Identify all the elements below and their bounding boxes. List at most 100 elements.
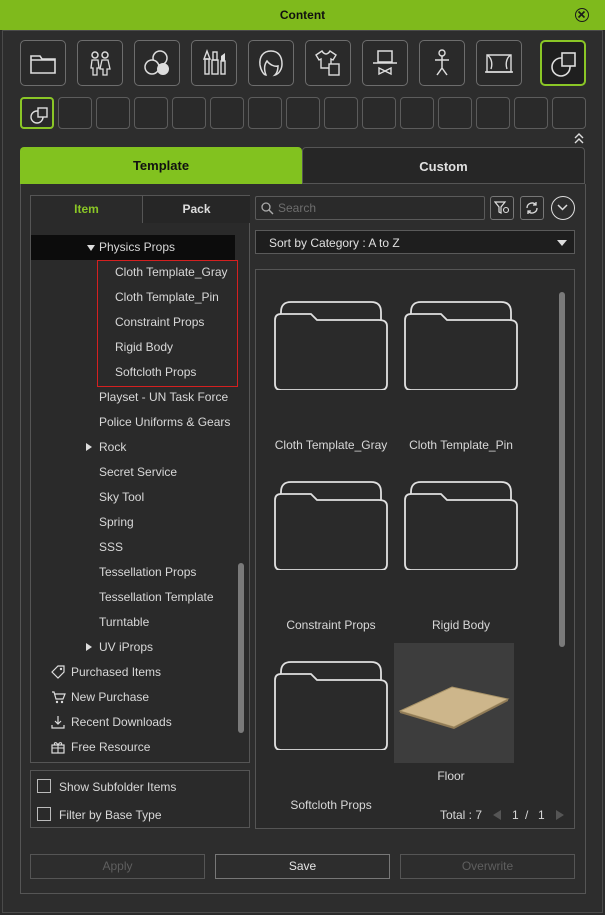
material-spheres-icon (144, 50, 169, 75)
category-clothing-button[interactable] (305, 40, 351, 86)
subcategory-slot-button[interactable] (96, 97, 130, 129)
more-options-button[interactable] (551, 196, 575, 220)
tree-item-label: Free Resource (71, 740, 151, 754)
category-makeup-button[interactable] (191, 40, 237, 86)
chevron-down-icon (557, 204, 568, 211)
grid-item[interactable]: Cloth Template_Pin (396, 300, 526, 452)
refresh-button[interactable] (520, 196, 544, 220)
subcategory-slot-button[interactable] (324, 97, 358, 129)
prev-page-icon[interactable] (493, 810, 501, 820)
search-input[interactable] (278, 200, 478, 216)
apply-button[interactable]: Apply (30, 854, 205, 879)
accessory-icon (373, 50, 397, 76)
window-title: Content (279, 8, 326, 22)
selection-highlight-box (97, 260, 238, 387)
floor-plane-image (398, 686, 510, 729)
tab-item[interactable]: Item (31, 196, 142, 223)
subcategory-slot-button[interactable] (210, 97, 244, 129)
expand-arrow-icon[interactable] (86, 443, 92, 451)
subcategory-slot-button[interactable] (438, 97, 472, 129)
subcategory-slot-button[interactable] (134, 97, 168, 129)
overwrite-button[interactable]: Overwrite (400, 854, 575, 879)
folder-icon (404, 481, 518, 570)
total-count: Total : 7 (440, 808, 483, 822)
grid-item[interactable]: Rigid Body (396, 480, 526, 632)
filter-button[interactable] (490, 196, 514, 220)
filter-icon (494, 201, 510, 214)
search-box (255, 196, 485, 220)
folder-icon (30, 55, 56, 74)
category-avatar-button[interactable] (77, 40, 123, 86)
category-motion-button[interactable] (419, 40, 465, 86)
title-bar: Content (0, 0, 605, 30)
grid-item-label: Rigid Body (431, 618, 491, 632)
tree-item-label: Purchased Items (71, 665, 162, 679)
left-tab-bar: Item Pack (30, 195, 250, 223)
save-button[interactable]: Save (215, 854, 390, 879)
category-hair-button[interactable] (248, 40, 294, 86)
subcategory-slot-button[interactable] (58, 97, 92, 129)
folder-icon (274, 301, 388, 390)
tab-custom[interactable]: Custom (302, 147, 585, 184)
subcategory-slot-button[interactable] (400, 97, 434, 129)
collapse-up-icon[interactable] (573, 132, 585, 144)
floor-thumbnail (394, 643, 514, 763)
tab-template[interactable]: Template (20, 147, 302, 184)
grid-item[interactable]: Softcloth Props (266, 660, 396, 812)
search-icon (261, 202, 274, 215)
tree-item-label: Playset - UN Task Force (99, 390, 229, 404)
grid-item-label: Cloth Template_Pin (409, 438, 513, 452)
tree-item-label: Tessellation Props (99, 565, 197, 579)
subcategory-slot-button[interactable] (514, 97, 548, 129)
tree-item-label: Turntable (99, 615, 150, 629)
refresh-icon (526, 202, 538, 214)
subcategory-slot-button[interactable] (172, 97, 206, 129)
subcategory-props-button[interactable] (20, 97, 54, 129)
next-page-icon[interactable] (556, 810, 564, 820)
folder-icon (274, 481, 388, 570)
gift-icon (51, 742, 65, 754)
show-subfolder-label: Show Subfolder Items (59, 780, 177, 794)
category-folder-button[interactable] (20, 40, 66, 86)
tree-item-label: Sky Tool (99, 490, 145, 504)
grid-scrollbar[interactable] (559, 292, 565, 647)
subcategory-slot-button[interactable] (248, 97, 282, 129)
folder-icon (274, 661, 388, 750)
subcategory-slot-button[interactable] (362, 97, 396, 129)
expand-arrow-icon[interactable] (86, 643, 92, 651)
grid-item[interactable]: Cloth Template_Gray (266, 300, 396, 452)
category-accessory-button[interactable] (362, 40, 408, 86)
folder-icon (404, 301, 518, 390)
category-stage-button[interactable] (476, 40, 522, 86)
cart-icon (52, 691, 66, 704)
subcategory-slot-button[interactable] (286, 97, 320, 129)
grid-item-label: Softcloth Props (290, 798, 372, 812)
tree-options: Show Subfolder Items Filter by Base Type (30, 770, 250, 828)
tree-item-label: New Purchase (71, 690, 150, 704)
close-button[interactable] (575, 8, 589, 22)
subcategory-slot-button[interactable] (476, 97, 510, 129)
category-material-button[interactable] (134, 40, 180, 86)
tree-item-label: Physics Props (99, 240, 176, 254)
expand-arrow-icon[interactable] (87, 245, 95, 251)
tree-item-label: Secret Service (99, 465, 178, 479)
tree-item-label: Rock (99, 440, 127, 454)
grid-item[interactable]: Constraint Props (266, 480, 396, 632)
filter-base-checkbox[interactable] (37, 807, 51, 821)
current-page: 1 (512, 808, 519, 822)
dropdown-arrow-icon (557, 240, 567, 246)
subcategory-slot-button[interactable] (552, 97, 586, 129)
download-icon (51, 716, 65, 729)
category-props-button[interactable] (540, 40, 586, 86)
makeup-brushes-icon (202, 49, 226, 75)
sort-dropdown[interactable]: Sort by Category : A to Z (255, 230, 575, 254)
grid-item-floor[interactable]: Floor (386, 643, 516, 793)
grid-item-label: Constraint Props (286, 618, 376, 632)
tree-item-physics-props[interactable]: Physics Props (31, 235, 235, 260)
props-shapes-icon (30, 107, 48, 124)
show-subfolder-checkbox[interactable] (37, 779, 51, 793)
tab-pack[interactable]: Pack (142, 196, 250, 223)
tree-scrollbar[interactable] (238, 563, 244, 733)
clothing-icon (315, 49, 340, 76)
page-separator: / (525, 808, 529, 822)
